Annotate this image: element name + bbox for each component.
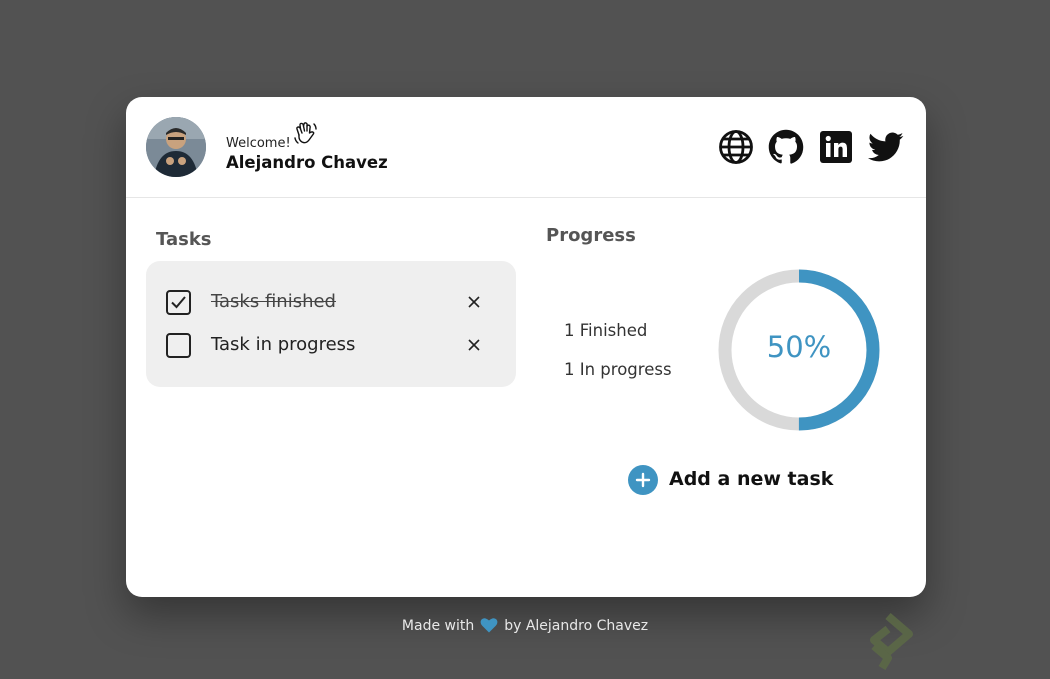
task-label: Tasks finished bbox=[211, 291, 336, 312]
task-list: Tasks finished Task in progress bbox=[146, 261, 516, 387]
progress-title: Progress bbox=[546, 225, 636, 246]
heart-icon bbox=[480, 617, 498, 633]
welcome-text: Welcome! bbox=[226, 136, 291, 151]
close-icon[interactable] bbox=[466, 294, 482, 310]
user-name: Alejandro Chavez bbox=[226, 153, 388, 172]
linkedin-icon[interactable] bbox=[818, 129, 854, 165]
task-label: Task in progress bbox=[211, 334, 356, 355]
header: Welcome! Alejandro Chavez bbox=[126, 97, 926, 198]
footer-made-with: Made with bbox=[401, 618, 475, 634]
tasks-title: Tasks bbox=[156, 229, 212, 250]
watermark-logo-icon bbox=[862, 612, 914, 674]
github-icon[interactable] bbox=[768, 129, 804, 165]
progress-percent: 50% bbox=[766, 330, 832, 364]
footer-author: by Alejandro Chavez bbox=[504, 618, 649, 634]
in-progress-count: 1 In progress bbox=[564, 360, 672, 379]
add-task-label: Add a new task bbox=[669, 468, 834, 490]
task-checkbox[interactable] bbox=[166, 290, 191, 315]
globe-icon[interactable] bbox=[718, 129, 754, 165]
twitter-icon[interactable] bbox=[868, 129, 904, 165]
task-item: Tasks finished bbox=[146, 282, 516, 322]
avatar bbox=[146, 117, 206, 177]
social-links bbox=[718, 129, 908, 165]
add-task-button[interactable]: Add a new task bbox=[628, 464, 833, 496]
finished-count: 1 Finished bbox=[564, 321, 648, 340]
waving-hand-icon bbox=[292, 119, 320, 147]
plus-icon bbox=[628, 465, 658, 495]
todo-card: Welcome! Alejandro Chavez Tasks Tasks fi… bbox=[126, 97, 926, 597]
task-item: Task in progress bbox=[146, 325, 516, 365]
close-icon[interactable] bbox=[466, 337, 482, 353]
task-checkbox[interactable] bbox=[166, 333, 191, 358]
